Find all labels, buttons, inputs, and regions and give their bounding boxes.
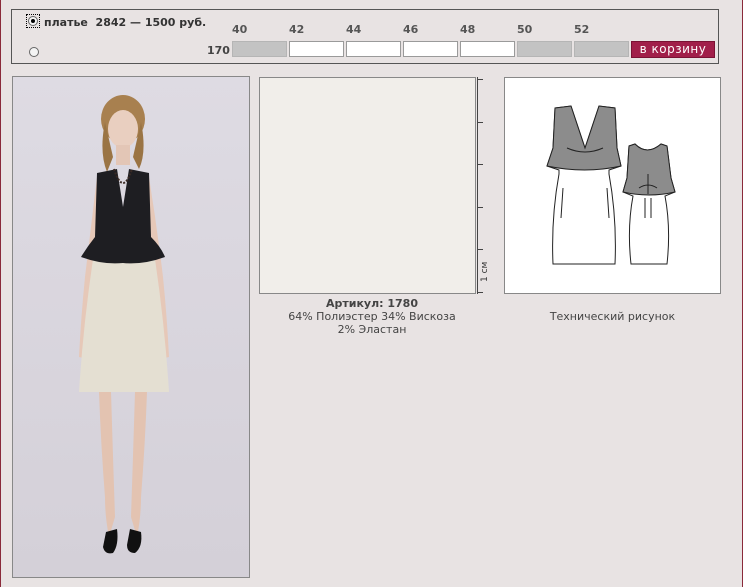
scale-tick: [477, 207, 483, 208]
scale-tick: [477, 164, 483, 165]
size-header-50: 50: [517, 23, 533, 36]
order-bar: платье 2842 — 1500 руб. 40 42 44 46 48 5…: [11, 9, 719, 64]
size-cell-50: [517, 41, 572, 57]
scale-tick: [477, 79, 483, 80]
composition-line-1: 64% Полиэстер 34% Вискоза: [288, 310, 456, 323]
composition-line-2: 2% Эластан: [337, 323, 407, 336]
size-cell-44[interactable]: [346, 41, 401, 57]
size-header-40: 40: [232, 23, 248, 36]
size-header-44: 44: [346, 23, 362, 36]
product-photo: [12, 76, 250, 578]
size-header-48: 48: [460, 23, 476, 36]
size-cell-46[interactable]: [403, 41, 458, 57]
product-label: платье 2842 — 1500 руб.: [44, 16, 207, 29]
size-cell-52: [574, 41, 629, 57]
technical-drawing: [504, 77, 721, 294]
scale-tick: [477, 249, 483, 250]
size-header-42: 42: [289, 23, 305, 36]
dress-sketch: [546, 105, 676, 265]
size-cell-42[interactable]: [289, 41, 344, 57]
product-radio-selected[interactable]: [28, 16, 38, 26]
model-illustration: [79, 95, 169, 554]
size-cell-48[interactable]: [460, 41, 515, 57]
fabric-swatch: [259, 77, 476, 294]
size-header-46: 46: [403, 23, 419, 36]
height-label: 170: [207, 44, 230, 57]
article-label: Артикул: 1780: [325, 297, 418, 310]
size-header-52: 52: [574, 23, 590, 36]
scale-ruler: [477, 77, 478, 294]
product-code: 2842: [95, 16, 127, 29]
product-name: платье: [44, 16, 88, 29]
product-price: 1500 руб.: [144, 16, 207, 29]
add-to-cart-button[interactable]: в корзину: [631, 41, 715, 58]
size-cell-40: [232, 41, 287, 57]
technical-drawing-caption: Технический рисунок: [549, 310, 676, 323]
fabric-info: Артикул: 1780 64% Полиэстер 34% Вискоза …: [259, 297, 485, 336]
product-radio-option-2[interactable]: [29, 47, 39, 57]
scale-tick: [477, 122, 483, 123]
scale-label: 1 см: [480, 261, 490, 282]
scale-tick: [477, 292, 483, 293]
